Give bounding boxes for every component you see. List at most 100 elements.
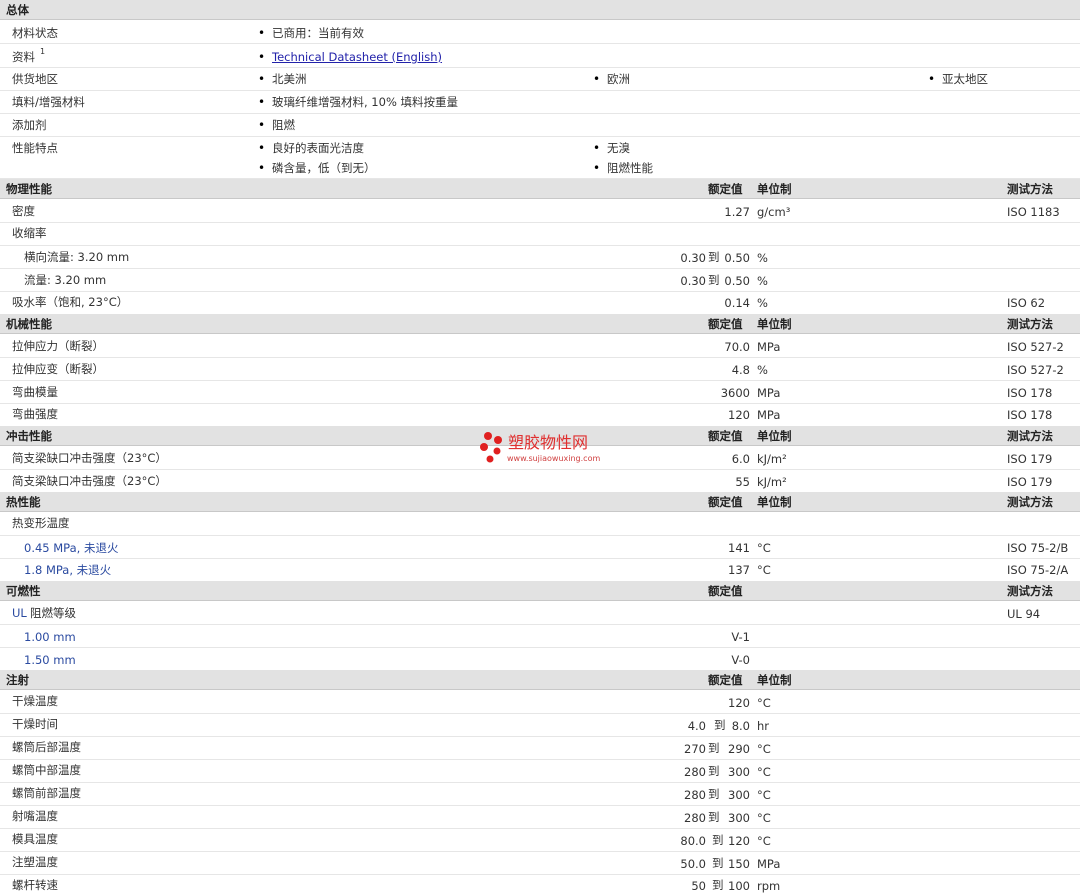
row-value: 120 [728,696,750,710]
header-unit: 单位制 [757,429,792,443]
header-unit: 单位制 [757,495,792,509]
header-nominal: 额定值 [708,584,743,598]
row-unit: % [757,363,768,377]
row-label: 1.00 mm [24,630,76,644]
row-value: 玻璃纤维增强材料, 10% 填料按重量 [258,95,458,109]
table-row: 收缩率 [0,223,1080,246]
row-unit: % [757,296,768,310]
row-unit: MPa [757,386,781,400]
row-value: 141 [728,541,750,555]
range-high: 120 [728,834,750,848]
range-low: 50 [691,879,706,893]
row-value: V-0 [731,653,750,667]
row-value: 1.27 [724,205,750,219]
range-low: 0.30 [680,251,706,265]
header-unit: 单位制 [757,673,792,687]
range-to: 到 [708,273,720,287]
row-label: 收缩率 [12,226,47,240]
features-row: 性能特点 良好的表面光洁度 无溴 磷含量，低（到无） 阻燃性能 [0,137,1080,179]
region-item: 北美洲 [258,72,306,86]
row-unit: g/cm³ [757,205,791,219]
row-unit: °C [757,765,771,779]
row-method: ISO 179 [1007,452,1053,466]
range-low: 280 [684,811,706,825]
table-row: 密度 1.27 g/cm³ ISO 1183 [0,200,1080,223]
table-row: 简支梁缺口冲击强度（23°C） 55 kJ/m² ISO 179 [0,470,1080,492]
header-nominal: 额定值 [708,429,743,443]
table-row: 注塑温度 50.0 到 150 MPa [0,852,1080,875]
row-label: 注塑温度 [12,855,58,869]
row-label: 简支梁缺口冲击强度（23°C） [12,474,167,488]
table-row: 拉伸应力（断裂） 70.0 MPa ISO 527-2 [0,335,1080,358]
row-method: ISO 75-2/A [1007,563,1069,577]
range-low: 280 [684,788,706,802]
section-thermal-header: 热性能 额定值 单位制 测试方法 [0,492,1080,512]
feature-item: 无溴 [593,141,630,155]
range-to: 到 [708,764,720,778]
table-row: 螺筒中部温度 280 到 300 °C [0,760,1080,783]
row-label: 添加剂 [12,118,47,132]
table-row: 流量: 3.20 mm 0.30 到 0.50 % [0,269,1080,292]
row-unit: kJ/m² [757,475,787,489]
range-high: 300 [728,788,750,802]
table-row: 模具温度 80.0 到 120 °C [0,829,1080,852]
table-row: 1.00 mm V-1 [0,625,1080,648]
row-unit: hr [757,719,770,733]
table-row: 螺筒后部温度 270 到 290 °C [0,737,1080,760]
region-item: 欧洲 [593,72,630,86]
filler-row: 填料/增强材料 玻璃纤维增强材料, 10% 填料按重量 [0,91,1080,114]
range-to: 到 [714,718,726,732]
row-label: 射嘴温度 [12,809,58,823]
row-label: 拉伸应力（断裂） [12,339,104,353]
row-label: 弯曲强度 [12,407,58,421]
range-low: 270 [684,742,706,756]
range-low: 80.0 [680,834,706,848]
row-value: 120 [728,408,750,422]
range-high: 100 [728,879,750,893]
row-label: 0.45 MPa, 未退火 [24,541,119,555]
row-value: 6.0 [731,452,750,466]
section-title: 注射 [6,673,29,687]
ul-prefix: UL [12,606,27,620]
row-unit: °C [757,563,771,577]
watermark-name: 塑胶物性网 [508,433,589,452]
range-low: 0.30 [680,274,706,288]
row-label: 螺杆转速 [12,878,58,892]
documents-row: 资料 1 Technical Datasheet (English) [0,44,1080,68]
feature-item: 阻燃性能 [593,161,653,175]
regions-row: 供货地区 北美洲 欧洲 亚太地区 [0,68,1080,91]
row-value: 3600 [720,386,750,400]
table-row: 横向流量: 3.20 mm 0.30 到 0.50 % [0,246,1080,269]
technical-datasheet-link[interactable]: Technical Datasheet (English) [258,50,442,64]
range-high: 150 [728,857,750,871]
range-low: 4.0 [687,719,706,733]
table-row: 射嘴温度 280 到 300 °C [0,806,1080,829]
region-item: 亚太地区 [928,72,988,86]
row-method: ISO 178 [1007,386,1053,400]
row-method: ISO 62 [1007,296,1046,310]
header-method: 测试方法 [1007,429,1053,443]
row-value: 4.8 [731,363,750,377]
row-label: 密度 [12,204,35,218]
section-injection-header: 注射 额定值 单位制 [0,670,1080,690]
header-unit: 单位制 [757,317,792,331]
row-method: ISO 1183 [1007,205,1060,219]
row-unit: rpm [757,879,781,893]
watermark-url: www.sujiaowuxing.com [507,454,601,463]
row-unit: % [757,251,768,265]
row-method: ISO 179 [1007,475,1053,489]
row-value: 已商用：当前有效 [258,26,364,40]
row-unit: MPa [757,408,781,422]
section-title: 机械性能 [6,317,52,331]
table-row: 0.45 MPa, 未退火 141 °C ISO 75-2/B [0,536,1080,559]
header-method: 测试方法 [1007,495,1053,509]
row-value: 0.14 [724,296,750,310]
table-row: 螺杆转速 50 到 100 rpm [0,875,1080,895]
table-row: 1.50 mm V-0 [0,648,1080,670]
row-label: 资料 [12,50,35,64]
additive-row: 添加剂 阻燃 [0,114,1080,137]
range-to: 到 [708,250,720,264]
footnote-marker: 1 [40,47,46,56]
row-label: 阻燃等级 [30,606,76,620]
row-label: 横向流量: 3.20 mm [24,250,130,264]
